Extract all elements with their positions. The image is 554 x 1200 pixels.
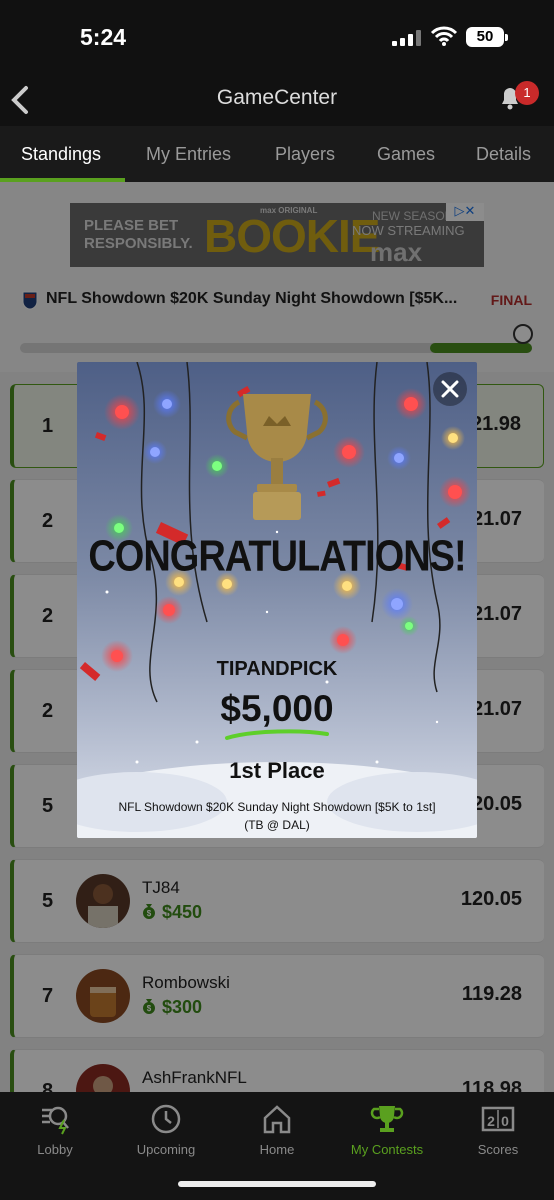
cellular-signal-icon [392,30,421,46]
nav-lobby[interactable]: Lobby [5,1098,105,1168]
scoreboard-icon: 2 0 [481,1106,515,1132]
tab-bar: Standings My Entries Players Games Detai… [0,126,554,182]
nav-scores[interactable]: 2 0 Scores [448,1098,548,1168]
nav-my-contests[interactable]: My Contests [337,1098,437,1168]
finish-place: 1st Place [229,758,325,783]
status-time: 5:24 [80,24,127,50]
tab-my-entries[interactable]: My Entries [146,144,231,165]
battery-icon: 50 [466,27,508,47]
lobby-icon [42,1106,69,1135]
notification-badge: 1 [515,81,539,105]
page-title: GameCenter [216,86,338,109]
tab-details[interactable]: Details [476,144,531,165]
trophy-icon [370,1106,404,1132]
winner-name: TIPANDPICK [216,658,338,680]
tab-games[interactable]: Games [377,144,435,165]
status-bar: 5:24 50 [0,0,554,78]
app-header: GameCenter 1 [0,78,554,126]
home-indicator [178,1181,376,1187]
close-button[interactable] [433,372,467,406]
tab-players[interactable]: Players [275,144,335,165]
congratulations-title: CONGRATULATIONS! [88,532,466,582]
tab-standings[interactable]: Standings [21,144,101,165]
contest-description: NFL Showdown $20K Sunday Night Showdown … [118,800,436,832]
nav-upcoming[interactable]: Upcoming [116,1098,216,1168]
close-icon [441,380,459,398]
congratulations-modal: CONGRATULATIONS! TIPANDPICK $5,000 1st P… [77,362,477,838]
green-swoosh [225,729,329,740]
svg-text:2: 2 [487,1113,495,1129]
home-icon [263,1105,291,1134]
clock-icon [151,1104,181,1134]
prize-amount: $5,000 [220,688,334,729]
screen: 5:24 50 GameCenter 1 Standings My Entrie… [0,0,554,1200]
nav-home[interactable]: Home [227,1098,327,1168]
svg-text:0: 0 [501,1113,509,1129]
wifi-icon [430,26,458,46]
